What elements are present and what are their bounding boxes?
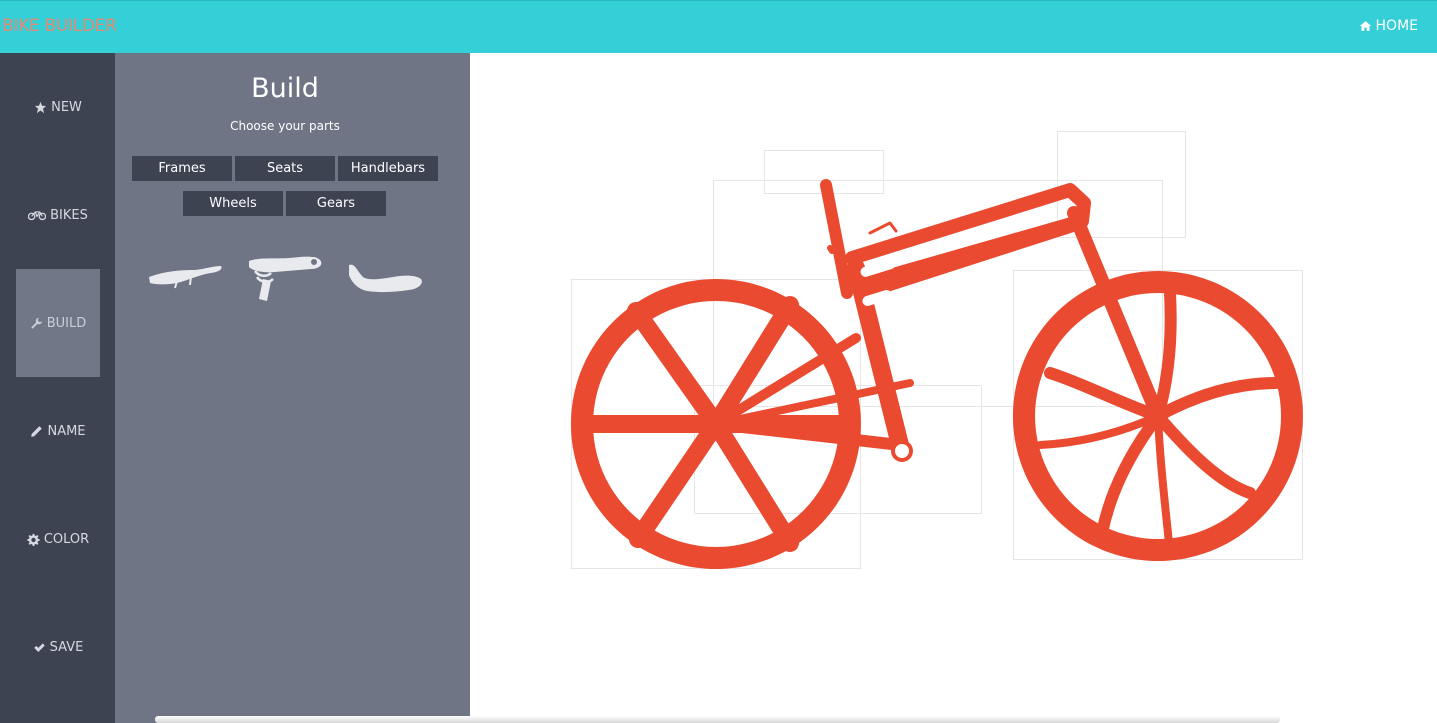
seat-option-3[interactable] — [345, 261, 425, 297]
seat-option-1[interactable] — [147, 261, 223, 291]
nav-label-color: COLOR — [43, 531, 90, 547]
nav-item-name[interactable]: NAME — [16, 377, 100, 485]
tab-seats[interactable]: Seats — [235, 156, 335, 181]
bottom-scroll-shadow — [155, 716, 1280, 723]
bicycle-icon — [28, 210, 47, 220]
tab-gears[interactable]: Gears — [286, 191, 386, 216]
bottom-bracket — [891, 440, 913, 462]
nav-item-new[interactable]: NEW — [16, 53, 100, 161]
build-panel: Build Choose your parts Frames Seats Han… — [115, 53, 470, 723]
home-link[interactable]: HOME — [1359, 18, 1418, 34]
home-icon — [1359, 21, 1371, 31]
panel-subtitle: Choose your parts — [230, 119, 340, 133]
star-icon — [34, 101, 47, 113]
bike-canvas[interactable] — [470, 53, 1437, 723]
brand-logo[interactable]: BIKE BUILDER — [2, 16, 117, 36]
pencil-icon — [31, 425, 43, 437]
nav-label-new: NEW — [51, 99, 82, 115]
nav-item-build[interactable]: BUILD — [16, 269, 100, 377]
side-nav: NEW BIKES BUILD NAME COLOR SAVE — [0, 53, 115, 723]
tab-handlebars[interactable]: Handlebars — [338, 156, 438, 181]
wrench-icon — [30, 317, 42, 329]
bike-illustration — [570, 179, 1303, 570]
tab-wheels[interactable]: Wheels — [183, 191, 283, 216]
top-bar: BIKE BUILDER HOME — [0, 0, 1437, 53]
nav-label-name: NAME — [47, 423, 86, 439]
home-label: HOME — [1375, 18, 1418, 34]
nav-item-save[interactable]: SAVE — [16, 593, 100, 701]
seat-option-2[interactable] — [245, 251, 325, 305]
nav-item-bikes[interactable]: BIKES — [16, 161, 100, 269]
check-icon — [33, 642, 45, 652]
panel-title: Build — [251, 73, 319, 104]
nav-label-build: BUILD — [46, 315, 87, 331]
nav-label-save: SAVE — [49, 639, 84, 655]
tab-frames[interactable]: Frames — [132, 156, 232, 181]
nav-item-color[interactable]: COLOR — [16, 485, 100, 593]
gear-icon — [27, 533, 40, 546]
nav-label-bikes: BIKES — [50, 207, 88, 223]
